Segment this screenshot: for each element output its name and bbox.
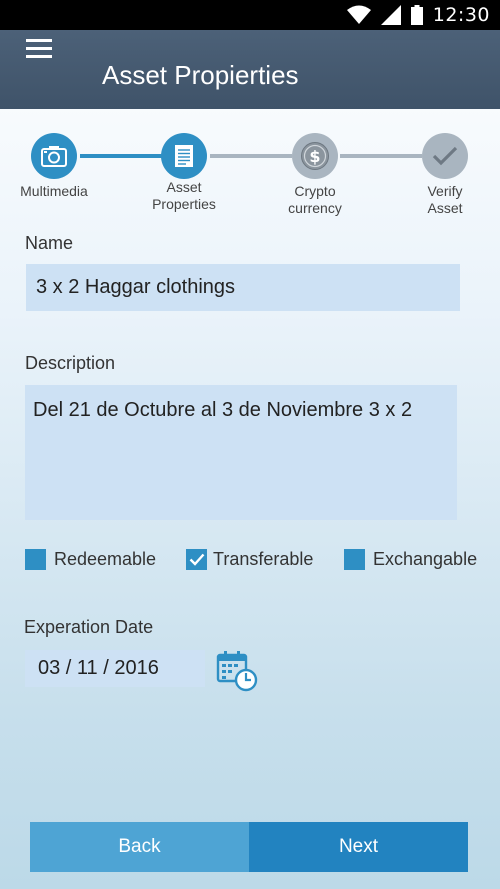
name-input[interactable] (26, 264, 460, 311)
step-circle (31, 133, 77, 179)
asset-options: Redeemable Transferable Exchangable (0, 549, 500, 575)
step-multimedia[interactable]: Multimedia (4, 118, 104, 200)
name-label: Name (25, 233, 74, 253)
status-bar: 12:30 (0, 0, 500, 30)
step-verify-asset[interactable]: Verify Asset (395, 118, 495, 217)
next-button[interactable]: Next (249, 822, 468, 872)
redeemable-checkbox[interactable]: Redeemable (25, 549, 156, 570)
calendar-clock-icon (216, 651, 258, 692)
checkbox-unchecked-icon (25, 549, 46, 570)
checkbox-label: Redeemable (54, 549, 157, 569)
progress-stepper: Multimedia Asset Properties $ Crypto cur… (0, 118, 500, 218)
checkbox-label: Transferable (213, 549, 314, 569)
calendar-button[interactable] (216, 650, 258, 692)
step-label: Multimedia (20, 183, 88, 199)
menu-button[interactable] (22, 36, 58, 62)
step-circle: $ (292, 133, 338, 179)
checkbox-unchecked-icon (344, 549, 365, 570)
description-textarea[interactable]: Del 21 de Octubre al 3 de Noviembre 3 x … (25, 385, 457, 520)
camera-icon (41, 146, 67, 167)
step-circle (161, 133, 207, 179)
step-asset-properties[interactable]: Asset Properties (134, 118, 234, 213)
description-label: Description (25, 353, 116, 373)
status-time: 12:30 (432, 4, 490, 26)
description-text: Del 21 de Octubre al 3 de Noviembre 3 x … (33, 399, 413, 421)
step-label: Asset Properties (152, 179, 216, 212)
battery-icon (410, 5, 423, 25)
transferable-checkbox[interactable]: Transferable (186, 549, 313, 570)
wifi-icon (346, 5, 371, 24)
cell-signal-icon (380, 5, 401, 25)
step-crypto-currency[interactable]: $ Crypto currency (265, 118, 365, 217)
page-title: Asset Propierties (102, 60, 299, 90)
exchangable-checkbox[interactable]: Exchangable (344, 549, 477, 570)
hamburger-menu-icon (22, 36, 58, 58)
expiration-date-label: Experation Date (24, 617, 154, 637)
dollar-coin-icon: $ (301, 142, 329, 170)
checkbox-checked-icon (186, 549, 207, 570)
back-button[interactable]: Back (30, 822, 249, 872)
step-label: Verify Asset (427, 183, 463, 216)
document-icon (175, 145, 193, 167)
expiration-date-input[interactable] (25, 650, 205, 687)
step-label: Crypto currency (288, 183, 342, 216)
step-circle (422, 133, 468, 179)
svg-text:$: $ (309, 147, 320, 166)
checkmark-icon (432, 146, 458, 166)
checkbox-label: Exchangable (373, 549, 478, 569)
